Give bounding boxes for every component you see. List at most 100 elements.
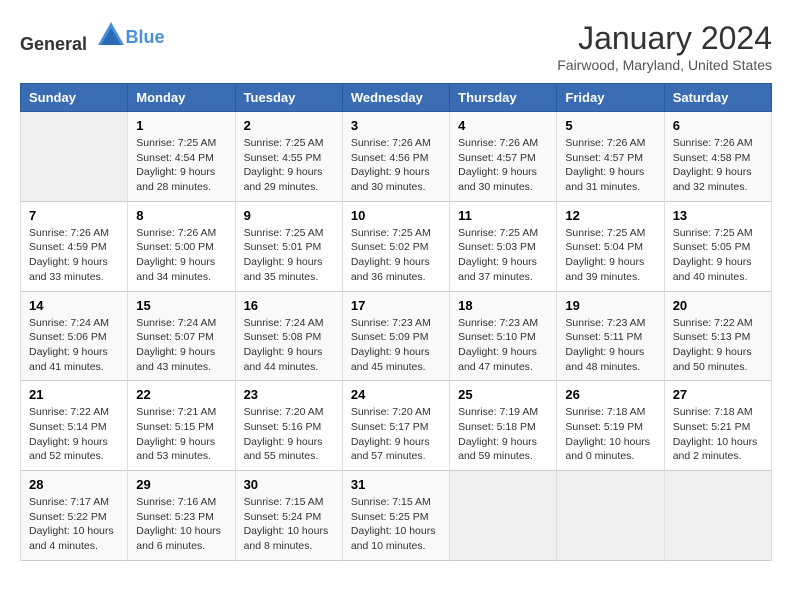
day-info: Sunrise: 7:15 AMSunset: 5:24 PMDaylight:… xyxy=(244,495,334,554)
day-info: Sunrise: 7:18 AMSunset: 5:21 PMDaylight:… xyxy=(673,405,763,464)
day-number: 18 xyxy=(458,298,548,313)
day-number: 11 xyxy=(458,208,548,223)
day-info: Sunrise: 7:23 AMSunset: 5:09 PMDaylight:… xyxy=(351,316,441,375)
day-number: 4 xyxy=(458,118,548,133)
day-number: 2 xyxy=(244,118,334,133)
title-block: January 2024 Fairwood, Maryland, United … xyxy=(557,20,772,73)
day-info: Sunrise: 7:26 AMSunset: 4:57 PMDaylight:… xyxy=(458,136,548,195)
day-info: Sunrise: 7:25 AMSunset: 5:03 PMDaylight:… xyxy=(458,226,548,285)
calendar-cell: 31 Sunrise: 7:15 AMSunset: 5:25 PMDayligh… xyxy=(342,471,449,561)
day-info: Sunrise: 7:21 AMSunset: 5:15 PMDaylight:… xyxy=(136,405,226,464)
day-number: 26 xyxy=(565,387,655,402)
day-number: 1 xyxy=(136,118,226,133)
day-info: Sunrise: 7:25 AMSunset: 5:02 PMDaylight:… xyxy=(351,226,441,285)
day-info: Sunrise: 7:25 AMSunset: 5:05 PMDaylight:… xyxy=(673,226,763,285)
calendar-cell: 29 Sunrise: 7:16 AMSunset: 5:23 PMDayligh… xyxy=(128,471,235,561)
header-wednesday: Wednesday xyxy=(342,84,449,112)
day-number: 29 xyxy=(136,477,226,492)
day-info: Sunrise: 7:20 AMSunset: 5:17 PMDaylight:… xyxy=(351,405,441,464)
day-info: Sunrise: 7:26 AMSunset: 5:00 PMDaylight:… xyxy=(136,226,226,285)
day-info: Sunrise: 7:26 AMSunset: 4:59 PMDaylight:… xyxy=(29,226,119,285)
logo-icon xyxy=(96,20,126,50)
day-info: Sunrise: 7:18 AMSunset: 5:19 PMDaylight:… xyxy=(565,405,655,464)
week-row-0: 1 Sunrise: 7:25 AMSunset: 4:54 PMDaylight… xyxy=(21,112,772,202)
calendar-cell xyxy=(450,471,557,561)
header-friday: Friday xyxy=(557,84,664,112)
day-number: 17 xyxy=(351,298,441,313)
calendar-cell: 13Sunrise: 7:25 AMSunset: 5:05 PMDayligh… xyxy=(664,201,771,291)
page-header: General Blue January 2024 Fairwood, Mary… xyxy=(20,20,772,73)
calendar-cell: 5 Sunrise: 7:26 AMSunset: 4:57 PMDaylight… xyxy=(557,112,664,202)
calendar-cell: 12Sunrise: 7:25 AMSunset: 5:04 PMDayligh… xyxy=(557,201,664,291)
calendar-cell: 7 Sunrise: 7:26 AMSunset: 4:59 PMDaylight… xyxy=(21,201,128,291)
logo-text-general: General xyxy=(20,34,87,54)
day-info: Sunrise: 7:24 AMSunset: 5:06 PMDaylight:… xyxy=(29,316,119,375)
calendar-cell: 28 Sunrise: 7:17 AMSunset: 5:22 PMDayligh… xyxy=(21,471,128,561)
calendar-cell: 30 Sunrise: 7:15 AMSunset: 5:24 PMDayligh… xyxy=(235,471,342,561)
calendar-cell: 24 Sunrise: 7:20 AMSunset: 5:17 PMDayligh… xyxy=(342,381,449,471)
calendar-cell: 26 Sunrise: 7:18 AMSunset: 5:19 PMDayligh… xyxy=(557,381,664,471)
calendar-cell: 10Sunrise: 7:25 AMSunset: 5:02 PMDayligh… xyxy=(342,201,449,291)
header-thursday: Thursday xyxy=(450,84,557,112)
week-row-4: 28 Sunrise: 7:17 AMSunset: 5:22 PMDayligh… xyxy=(21,471,772,561)
day-info: Sunrise: 7:17 AMSunset: 5:22 PMDaylight:… xyxy=(29,495,119,554)
calendar-cell: 18Sunrise: 7:23 AMSunset: 5:10 PMDayligh… xyxy=(450,291,557,381)
calendar-cell xyxy=(21,112,128,202)
day-info: Sunrise: 7:23 AMSunset: 5:11 PMDaylight:… xyxy=(565,316,655,375)
calendar-cell: 20Sunrise: 7:22 AMSunset: 5:13 PMDayligh… xyxy=(664,291,771,381)
day-number: 23 xyxy=(244,387,334,402)
calendar-cell: 3 Sunrise: 7:26 AMSunset: 4:56 PMDaylight… xyxy=(342,112,449,202)
day-number: 25 xyxy=(458,387,548,402)
day-info: Sunrise: 7:25 AMSunset: 5:04 PMDaylight:… xyxy=(565,226,655,285)
day-info: Sunrise: 7:15 AMSunset: 5:25 PMDaylight:… xyxy=(351,495,441,554)
calendar-cell: 15Sunrise: 7:24 AMSunset: 5:07 PMDayligh… xyxy=(128,291,235,381)
day-number: 5 xyxy=(565,118,655,133)
day-info: Sunrise: 7:16 AMSunset: 5:23 PMDaylight:… xyxy=(136,495,226,554)
day-number: 7 xyxy=(29,208,119,223)
day-number: 30 xyxy=(244,477,334,492)
day-info: Sunrise: 7:25 AMSunset: 4:54 PMDaylight:… xyxy=(136,136,226,195)
calendar-cell: 23 Sunrise: 7:20 AMSunset: 5:16 PMDayligh… xyxy=(235,381,342,471)
header-tuesday: Tuesday xyxy=(235,84,342,112)
calendar-cell xyxy=(664,471,771,561)
logo: General Blue xyxy=(20,20,165,55)
calendar-cell: 1 Sunrise: 7:25 AMSunset: 4:54 PMDaylight… xyxy=(128,112,235,202)
week-row-2: 14Sunrise: 7:24 AMSunset: 5:06 PMDayligh… xyxy=(21,291,772,381)
day-info: Sunrise: 7:22 AMSunset: 5:14 PMDaylight:… xyxy=(29,405,119,464)
calendar-cell: 25Sunrise: 7:19 AMSunset: 5:18 PMDayligh… xyxy=(450,381,557,471)
calendar-cell: 17 Sunrise: 7:23 AMSunset: 5:09 PMDayligh… xyxy=(342,291,449,381)
calendar-cell: 11 Sunrise: 7:25 AMSunset: 5:03 PMDayligh… xyxy=(450,201,557,291)
week-row-1: 7 Sunrise: 7:26 AMSunset: 4:59 PMDaylight… xyxy=(21,201,772,291)
day-number: 27 xyxy=(673,387,763,402)
calendar-cell: 22Sunrise: 7:21 AMSunset: 5:15 PMDayligh… xyxy=(128,381,235,471)
header-saturday: Saturday xyxy=(664,84,771,112)
day-number: 24 xyxy=(351,387,441,402)
day-info: Sunrise: 7:26 AMSunset: 4:58 PMDaylight:… xyxy=(673,136,763,195)
location: Fairwood, Maryland, United States xyxy=(557,57,772,73)
logo-text-blue: Blue xyxy=(126,27,165,48)
day-number: 28 xyxy=(29,477,119,492)
day-info: Sunrise: 7:26 AMSunset: 4:56 PMDaylight:… xyxy=(351,136,441,195)
calendar-header-row: SundayMondayTuesdayWednesdayThursdayFrid… xyxy=(21,84,772,112)
day-number: 6 xyxy=(673,118,763,133)
header-sunday: Sunday xyxy=(21,84,128,112)
day-info: Sunrise: 7:20 AMSunset: 5:16 PMDaylight:… xyxy=(244,405,334,464)
day-info: Sunrise: 7:25 AMSunset: 4:55 PMDaylight:… xyxy=(244,136,334,195)
calendar-cell: 6 Sunrise: 7:26 AMSunset: 4:58 PMDaylight… xyxy=(664,112,771,202)
calendar-cell: 21Sunrise: 7:22 AMSunset: 5:14 PMDayligh… xyxy=(21,381,128,471)
header-monday: Monday xyxy=(128,84,235,112)
day-number: 3 xyxy=(351,118,441,133)
day-number: 9 xyxy=(244,208,334,223)
calendar-cell xyxy=(557,471,664,561)
calendar-cell: 4 Sunrise: 7:26 AMSunset: 4:57 PMDaylight… xyxy=(450,112,557,202)
day-info: Sunrise: 7:26 AMSunset: 4:57 PMDaylight:… xyxy=(565,136,655,195)
day-info: Sunrise: 7:24 AMSunset: 5:08 PMDaylight:… xyxy=(244,316,334,375)
calendar-cell: 16Sunrise: 7:24 AMSunset: 5:08 PMDayligh… xyxy=(235,291,342,381)
day-number: 31 xyxy=(351,477,441,492)
day-number: 15 xyxy=(136,298,226,313)
day-info: Sunrise: 7:25 AMSunset: 5:01 PMDaylight:… xyxy=(244,226,334,285)
day-number: 19 xyxy=(565,298,655,313)
calendar-cell: 2 Sunrise: 7:25 AMSunset: 4:55 PMDaylight… xyxy=(235,112,342,202)
calendar-cell: 9 Sunrise: 7:25 AMSunset: 5:01 PMDaylight… xyxy=(235,201,342,291)
calendar-cell: 8Sunrise: 7:26 AMSunset: 5:00 PMDaylight… xyxy=(128,201,235,291)
